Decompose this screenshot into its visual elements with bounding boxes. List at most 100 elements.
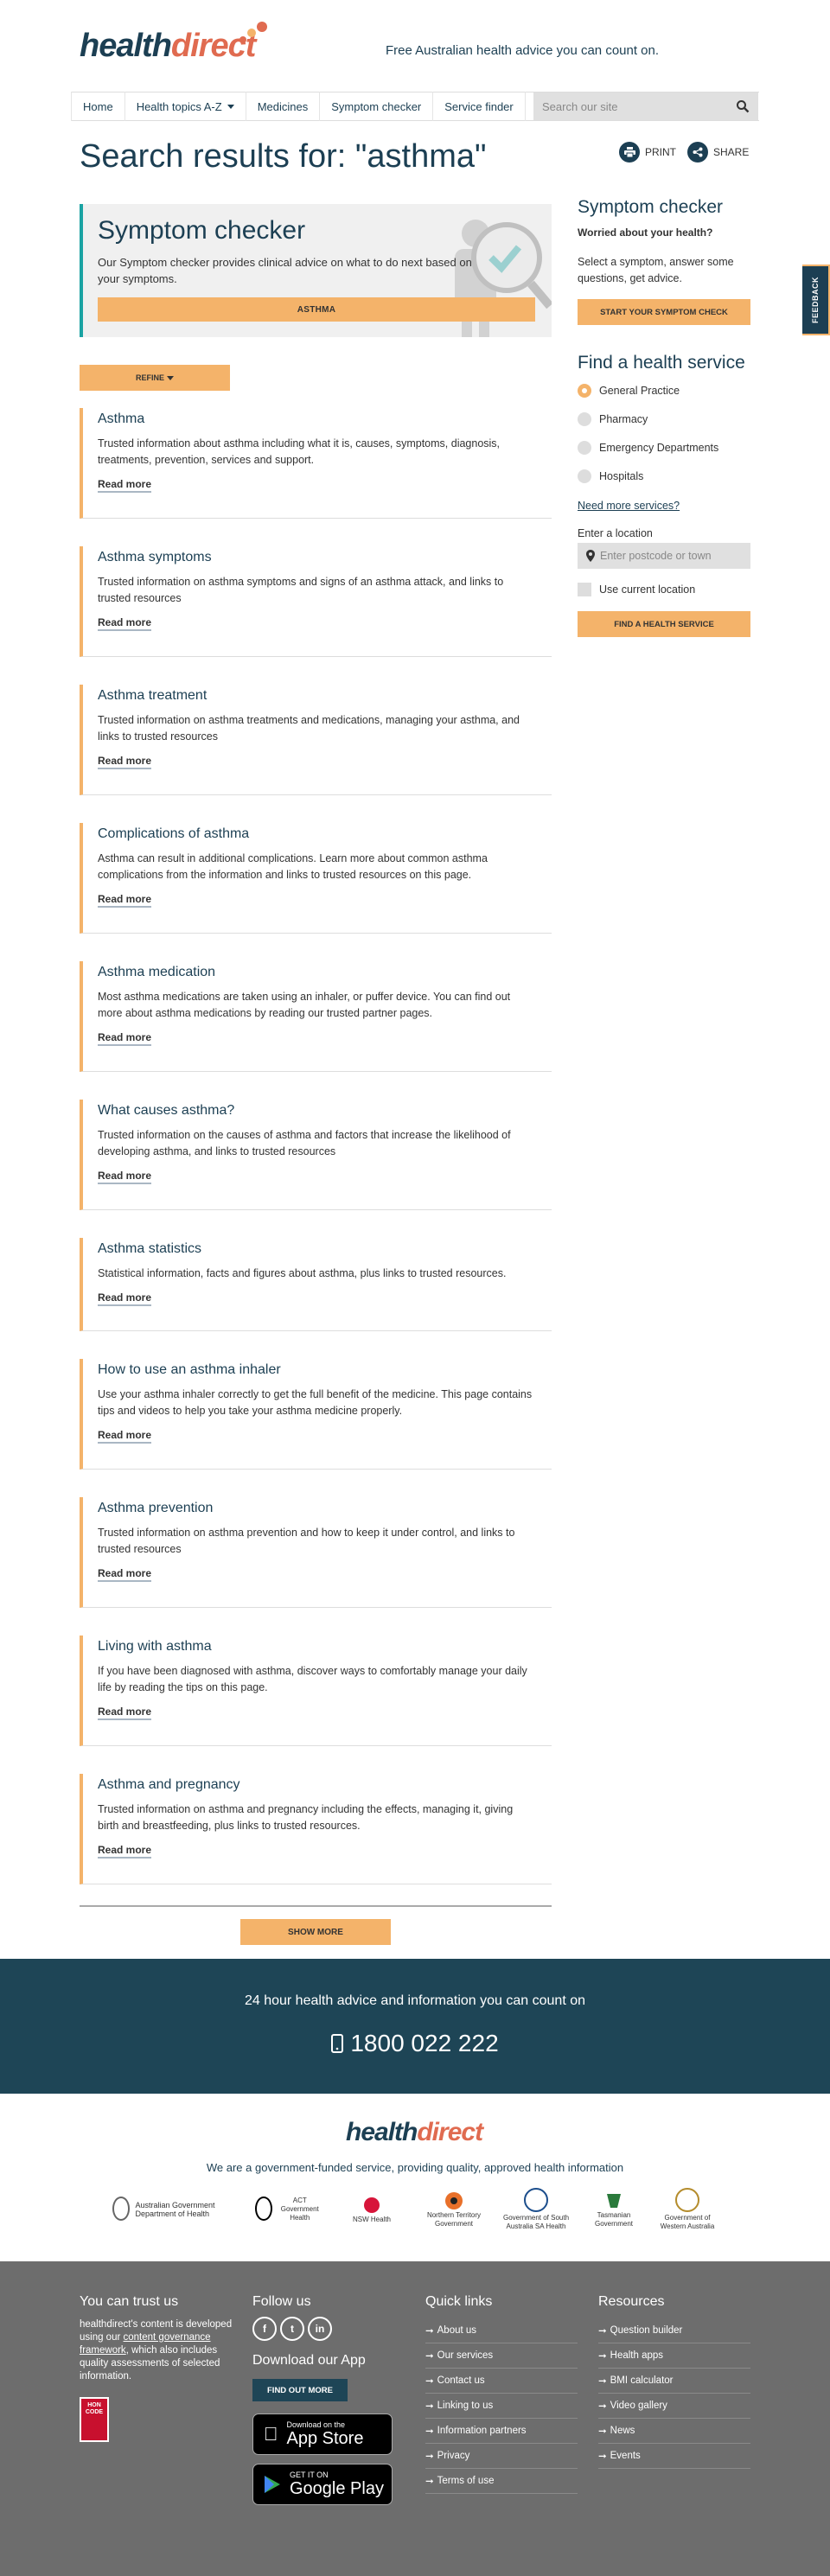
result-title[interactable]: Asthma statistics — [98, 1241, 201, 1256]
tas-gov-logo: Tasmanian Government — [584, 2190, 644, 2228]
read-more-link[interactable]: Read more — [98, 1031, 152, 1046]
search-icon[interactable] — [736, 99, 750, 113]
google-play-badge[interactable]: GET IT ON Google Play — [252, 2464, 393, 2505]
trust-column: You can trust us healthdirect's content … — [80, 2294, 235, 2442]
nsw-health-logo: NSW Health — [337, 2195, 406, 2224]
read-more-link[interactable]: Read more — [98, 1429, 152, 1444]
resources-column: Resources ➞ Question builder ➞ Health apps… — [598, 2294, 754, 2469]
footer-link-events[interactable]: ➞ Events — [598, 2444, 750, 2469]
footer-link-health-apps[interactable]: ➞ Health apps — [598, 2343, 750, 2369]
find-health-service-button[interactable]: FIND A HEALTH SERVICE — [578, 611, 750, 637]
use-current-location-checkbox[interactable]: Use current location — [578, 583, 695, 596]
result-title[interactable]: How to use an asthma inhaler — [98, 1362, 281, 1377]
feedback-tab[interactable]: FEEDBACK — [802, 265, 830, 335]
find-service-title: Find a health service — [578, 353, 745, 373]
result-title[interactable]: Asthma prevention — [98, 1501, 213, 1515]
linkedin-icon[interactable]: in — [308, 2317, 332, 2341]
read-more-link[interactable]: Read more — [98, 1170, 152, 1184]
sa-health-logo: Government of South Australia SA Health — [501, 2188, 571, 2231]
result-title[interactable]: Living with asthma — [98, 1639, 212, 1654]
nav-medicines[interactable]: Medicines — [246, 92, 321, 121]
facebook-icon[interactable]: f — [252, 2317, 277, 2341]
result-title[interactable]: Asthma and pregnancy — [98, 1777, 240, 1792]
tasmania-icon — [607, 2194, 621, 2208]
result-item: Asthma prevention Trusted information on… — [80, 1497, 552, 1608]
read-more-link[interactable]: Read more — [98, 616, 152, 631]
banner-text: Our Symptom checker provides clinical ad… — [98, 256, 472, 285]
app-store-badge[interactable]:  Download on theApp Store — [252, 2413, 393, 2455]
footer-link-news[interactable]: ➞ News — [598, 2419, 750, 2444]
result-title[interactable]: Complications of asthma — [98, 826, 249, 841]
search-input[interactable] — [533, 99, 724, 113]
find-out-more-button[interactable]: FIND OUT MORE — [252, 2379, 348, 2401]
footer-link-question-builder[interactable]: ➞ Question builder — [598, 2318, 750, 2343]
crest-icon — [675, 2188, 699, 2212]
arrow-right-icon: ➞ — [598, 2351, 607, 2362]
healthdirect-logo[interactable]: healthdirect — [80, 22, 268, 65]
result-title[interactable]: Asthma symptoms — [98, 550, 212, 564]
read-more-link[interactable]: Read more — [98, 1567, 152, 1582]
footer-link-partners[interactable]: ➞ Information partners — [425, 2419, 578, 2444]
nav-service-finder[interactable]: Service finder — [433, 92, 526, 121]
read-more-link[interactable]: Read more — [98, 478, 152, 493]
resources-heading: Resources — [598, 2294, 665, 2309]
radio-selected-icon — [578, 384, 591, 398]
hon-code-badge[interactable]: HON CODE — [80, 2397, 109, 2442]
tagline: Free Australian health advice you can co… — [386, 43, 660, 58]
phone-number-link[interactable]: 1800 022 222 — [0, 2030, 830, 2057]
share-icon — [687, 142, 708, 163]
footer-link-bmi-calculator[interactable]: ➞ BMI calculator — [598, 2369, 750, 2394]
waratah-icon — [364, 2197, 380, 2213]
government-section: healthdirect We are a government-funded … — [0, 2094, 830, 2261]
nav-health-topics[interactable]: Health topics A-Z — [125, 92, 246, 121]
start-symptom-check-button[interactable]: START YOUR SYMPTOM CHECK — [578, 299, 750, 325]
arrow-right-icon: ➞ — [598, 2376, 607, 2387]
read-more-link[interactable]: Read more — [98, 1291, 152, 1306]
read-more-link[interactable]: Read more — [98, 1706, 152, 1720]
result-title[interactable]: Asthma — [98, 411, 144, 426]
radio-hospitals[interactable]: Hospitals — [578, 469, 643, 483]
location-label: Enter a location — [578, 527, 653, 539]
result-description: Trusted information on the causes of ast… — [98, 1129, 511, 1157]
nt-flower-icon — [445, 2192, 463, 2209]
radio-icon — [578, 469, 591, 483]
arrow-right-icon: ➞ — [425, 2452, 434, 2462]
footer-link-linking[interactable]: ➞ Linking to us — [425, 2394, 578, 2419]
arrow-right-icon: ➞ — [598, 2452, 607, 2462]
nav-home[interactable]: Home — [71, 92, 125, 121]
result-title[interactable]: What causes asthma? — [98, 1103, 234, 1118]
footer-link-about[interactable]: ➞ About us — [425, 2318, 578, 2343]
footer-link-terms[interactable]: ➞ Terms of use — [425, 2469, 578, 2494]
location-input[interactable] — [595, 550, 742, 562]
result-title[interactable]: Asthma medication — [98, 965, 215, 979]
print-button[interactable]: PRINT — [619, 142, 676, 163]
footer-link-contact[interactable]: ➞ Contact us — [425, 2369, 578, 2394]
site-search — [533, 92, 758, 120]
share-button[interactable]: SHARE — [687, 142, 749, 163]
healthdirect-footer-logo: healthdirect — [346, 2118, 483, 2146]
footer-link-privacy[interactable]: ➞ Privacy — [425, 2444, 578, 2469]
band-text: 24 hour health advice and information yo… — [244, 1993, 586, 2008]
read-more-link[interactable]: Read more — [98, 1844, 152, 1859]
nav-symptom-checker[interactable]: Symptom checker — [320, 92, 434, 121]
footer-link-video-gallery[interactable]: ➞ Video gallery — [598, 2394, 750, 2419]
result-item: Asthma symptoms Trusted information on a… — [80, 546, 552, 657]
aus-gov-logo: Australian Government Department of Heal… — [112, 2197, 242, 2222]
location-field — [578, 543, 750, 569]
footer-link-services[interactable]: ➞ Our services — [425, 2343, 578, 2369]
radio-emergency-departments[interactable]: Emergency Departments — [578, 441, 718, 455]
read-more-link[interactable]: Read more — [98, 755, 152, 769]
show-more-button[interactable]: SHOW MORE — [240, 1919, 391, 1945]
more-services-link[interactable]: Need more services? — [578, 500, 680, 512]
radio-general-practice[interactable]: General Practice — [578, 384, 680, 398]
twitter-icon[interactable]: t — [280, 2317, 304, 2341]
sidebar-symptom-text: Select a symptom, answer some questions,… — [578, 256, 734, 284]
radio-pharmacy[interactable]: Pharmacy — [578, 412, 648, 426]
site-header: healthdirect Free Australian health advi… — [0, 0, 830, 85]
results-divider — [80, 1905, 552, 1907]
crest-icon — [255, 2197, 272, 2221]
result-title[interactable]: Asthma treatment — [98, 688, 207, 703]
read-more-link[interactable]: Read more — [98, 893, 152, 908]
refine-button[interactable]: REFINE — [80, 365, 230, 391]
asthma-symptom-button[interactable]: ASTHMA — [98, 297, 535, 322]
